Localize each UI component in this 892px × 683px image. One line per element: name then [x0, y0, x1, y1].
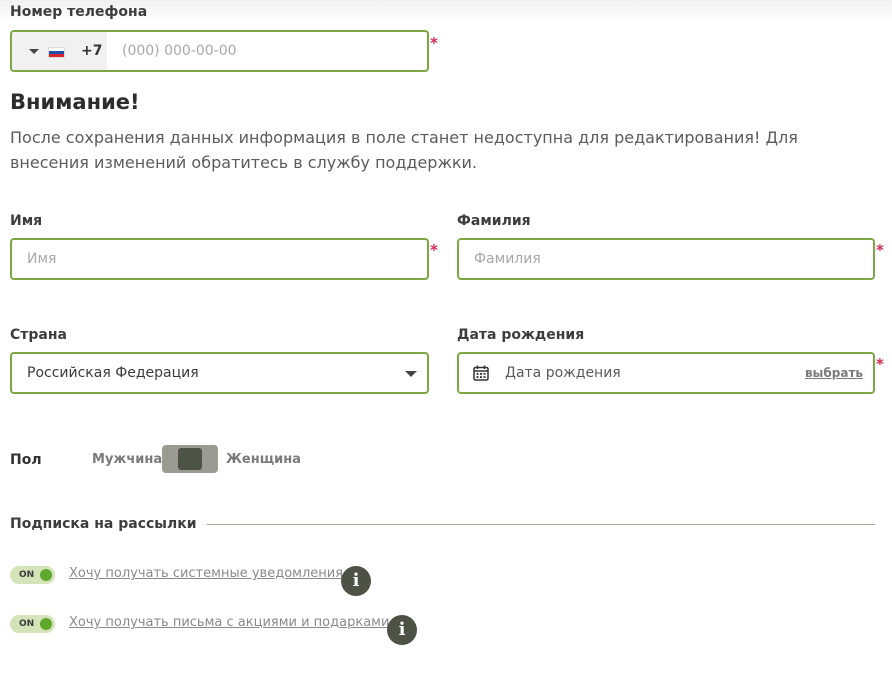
gender-label: Пол — [10, 452, 42, 468]
first-name-field[interactable]: Имя — [10, 238, 429, 280]
birth-date-field[interactable]: Дата рождения выбрать — [457, 352, 875, 394]
dropdown-arrow-icon — [405, 371, 417, 377]
country-code-select[interactable]: +7 — [12, 32, 107, 70]
warning-text: После сохранения данных информация в пол… — [10, 128, 798, 172]
phone-required-mark: * — [430, 34, 438, 52]
pick-date-link[interactable]: выбрать — [805, 354, 863, 392]
promo-emails-link[interactable]: Хочу получать письма с акциями и подарка… — [69, 615, 389, 630]
last-name-required-mark: * — [876, 241, 884, 259]
country-select[interactable]: Российская Федерация — [10, 352, 429, 394]
subscriptions-title: Подписка на рассылки — [10, 516, 207, 532]
last-name-placeholder: Фамилия — [474, 251, 541, 267]
info-icon[interactable]: i — [341, 566, 371, 596]
toggle-knob — [40, 618, 52, 630]
birth-date-label: Дата рождения — [457, 327, 585, 343]
first-name-label: Имя — [10, 213, 43, 229]
warning-title: Внимание! — [10, 90, 140, 114]
russia-flag-icon — [48, 47, 65, 58]
toggle-on-label: ON — [19, 619, 35, 629]
toggle-knob — [40, 569, 52, 581]
gender-toggle[interactable] — [162, 445, 218, 473]
gender-female-option[interactable]: Женщина — [226, 452, 301, 467]
toggle-on-label: ON — [19, 570, 35, 580]
country-label: Страна — [10, 327, 67, 343]
promo-emails-toggle[interactable]: ON — [10, 615, 55, 633]
last-name-field[interactable]: Фамилия — [457, 238, 875, 280]
subscriptions-divider — [180, 524, 875, 525]
gender-male-option[interactable]: Мужчина — [92, 452, 162, 467]
last-name-label: Фамилия — [457, 213, 531, 229]
phone-field[interactable]: +7 (000) 000-00-00 — [10, 30, 429, 72]
first-name-placeholder: Имя — [27, 251, 57, 267]
first-name-required-mark: * — [430, 241, 438, 259]
birth-date-placeholder: Дата рождения — [505, 365, 621, 381]
phone-label: Номер телефона — [10, 4, 148, 20]
info-icon[interactable]: i — [387, 615, 417, 645]
caret-down-icon — [29, 49, 39, 54]
system-notifications-toggle[interactable]: ON — [10, 566, 55, 584]
phone-code: +7 — [81, 43, 103, 59]
system-notifications-link[interactable]: Хочу получать системные уведомления — [69, 566, 343, 581]
country-value: Российская Федерация — [27, 365, 199, 381]
calendar-icon — [473, 365, 489, 381]
phone-placeholder: (000) 000-00-00 — [122, 43, 237, 59]
gender-toggle-knob — [178, 448, 202, 470]
birth-date-required-mark: * — [876, 355, 884, 373]
